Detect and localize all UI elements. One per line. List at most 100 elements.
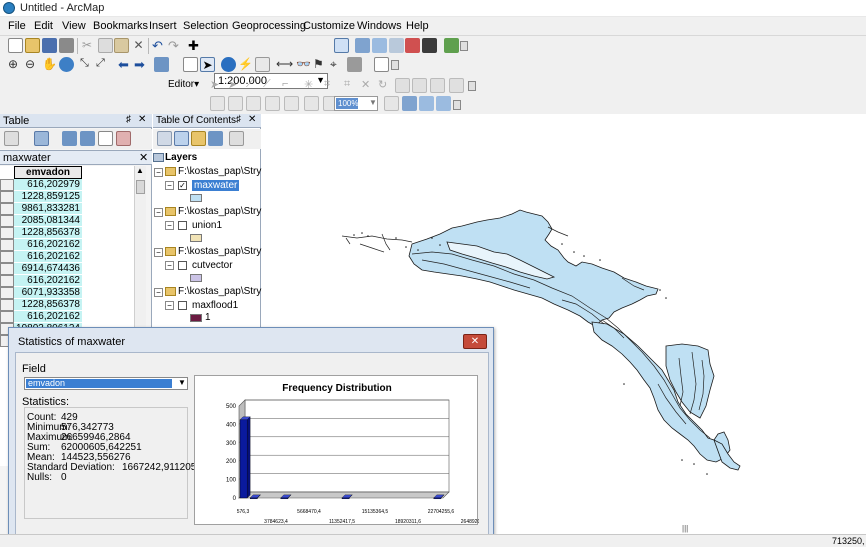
row-selector[interactable] — [0, 179, 14, 191]
table-options-icon[interactable] — [4, 131, 19, 146]
chevron-down-icon[interactable]: ▼ — [178, 378, 186, 387]
toolbar-grip[interactable] — [460, 41, 468, 51]
layer-symbol-swatch[interactable] — [190, 274, 202, 282]
create-features-icon[interactable] — [430, 78, 445, 93]
editor-options-icon[interactable] — [449, 78, 464, 93]
layout-zoom-out-icon[interactable] — [228, 96, 243, 111]
collapse-toggle-icon[interactable]: − — [154, 288, 163, 297]
toc-group-path[interactable]: F:\kostas_pap\Strym — [178, 166, 270, 177]
back-arrow-icon[interactable]: ⬅ — [118, 57, 133, 72]
hyperlink-icon[interactable]: ⚡ — [238, 57, 253, 72]
time-slider-icon[interactable] — [347, 57, 362, 72]
toc-layer-name[interactable]: union1 — [192, 220, 222, 231]
toc-root-layers[interactable]: Layers — [165, 152, 197, 163]
open-folder-icon[interactable] — [25, 38, 40, 53]
table-of-contents-icon[interactable] — [355, 38, 370, 53]
layout-zoom-combobox[interactable]: 100% ▼ — [334, 96, 378, 111]
pin-icon[interactable]: ♯ — [236, 114, 241, 125]
toolbar-grip[interactable] — [391, 60, 399, 70]
collapse-toggle-icon[interactable]: − — [165, 301, 174, 310]
cut-icon[interactable]: ✂ — [82, 38, 97, 53]
row-selector[interactable] — [0, 191, 14, 203]
table-cell[interactable]: 616,202162 — [14, 311, 82, 323]
table-cell[interactable]: 6071,933358 — [14, 287, 82, 299]
row-selector[interactable] — [0, 251, 14, 263]
row-selector[interactable] — [0, 203, 14, 215]
row-selector[interactable] — [0, 263, 14, 275]
edit-vertices-icon[interactable]: ✳ — [304, 78, 319, 93]
close-button[interactable]: ✕ — [463, 334, 487, 349]
edit-tool-icon[interactable]: ➤ — [210, 78, 225, 93]
collapse-toggle-icon[interactable]: − — [165, 261, 174, 270]
list-by-visibility-icon[interactable] — [191, 131, 206, 146]
zoom-in-icon[interactable]: ⊕ — [8, 57, 23, 72]
row-selector[interactable] — [0, 275, 14, 287]
list-by-selection-icon[interactable] — [208, 131, 223, 146]
select-elements-icon[interactable]: ➤ — [200, 57, 215, 72]
table-cell[interactable]: 2085,081344 — [14, 215, 82, 227]
menu-file[interactable]: File — [8, 20, 26, 32]
table-layer-tab[interactable]: maxwater ✕ — [0, 150, 152, 165]
fixed-zoom-in-layout-icon[interactable] — [304, 96, 319, 111]
toolbar-grip[interactable] — [468, 81, 476, 91]
identify-icon[interactable] — [221, 57, 236, 72]
clear-selection-table-icon[interactable] — [98, 131, 113, 146]
row-selector[interactable] — [0, 287, 14, 299]
toc-group-path[interactable]: F:\kostas_pap\Strym — [178, 246, 270, 257]
map-scrollbar-grip[interactable]: ||| — [682, 524, 688, 533]
cut-polygons-icon[interactable]: ⌗ — [344, 78, 359, 93]
save-icon[interactable] — [42, 38, 57, 53]
table-cell[interactable]: 616,202162 — [14, 239, 82, 251]
print-icon[interactable] — [59, 38, 74, 53]
table-scroll-thumb[interactable] — [136, 180, 145, 194]
collapse-toggle-icon[interactable]: − — [154, 168, 163, 177]
edit-annotation-icon[interactable]: ➤ — [228, 78, 243, 93]
table-cell[interactable]: 1228,856378 — [14, 227, 82, 239]
layout-zoom-in-icon[interactable] — [210, 96, 225, 111]
layer-visibility-checkbox[interactable]: ✓ — [178, 181, 187, 190]
toggle-draft-mode-icon[interactable] — [384, 96, 399, 111]
table-cell[interactable]: 616,202162 — [14, 251, 82, 263]
layer-visibility-checkbox[interactable] — [178, 221, 187, 230]
model-builder-icon[interactable] — [444, 38, 459, 53]
toc-layer-name[interactable]: cutvector — [192, 260, 233, 271]
close-icon[interactable]: ✕ — [138, 114, 146, 125]
row-selector[interactable] — [0, 239, 14, 251]
html-popup-icon[interactable] — [255, 57, 270, 72]
close-icon[interactable]: ✕ — [139, 151, 148, 164]
collapse-toggle-icon[interactable]: − — [154, 208, 163, 217]
layout-pan-icon[interactable] — [246, 96, 261, 111]
chevron-down-icon[interactable]: ▼ — [369, 98, 377, 107]
menu-bookmarks[interactable]: Bookmarks — [93, 20, 148, 32]
change-layout-icon[interactable] — [419, 96, 434, 111]
table-cell[interactable]: 616,202162 — [14, 275, 82, 287]
delete-icon[interactable]: ✕ — [131, 38, 146, 53]
reshape-icon[interactable]: ⌗ — [324, 78, 339, 93]
sketch-properties-icon[interactable] — [412, 78, 427, 93]
collapse-toggle-icon[interactable]: − — [154, 248, 163, 257]
menu-insert[interactable]: Insert — [149, 20, 177, 32]
toc-layer-name[interactable]: maxflood1 — [192, 300, 238, 311]
pan-icon[interactable]: ✋ — [42, 57, 57, 72]
layer-visibility-checkbox[interactable] — [178, 301, 187, 310]
new-document-icon[interactable] — [8, 38, 23, 53]
table-cell[interactable]: 1228,859125 — [14, 191, 82, 203]
collapse-toggle-icon[interactable]: − — [165, 181, 174, 190]
menu-geoprocessing[interactable]: Geoprocessing — [232, 20, 306, 32]
measure-icon[interactable]: ⟷ — [276, 57, 293, 72]
select-by-attributes-icon[interactable] — [62, 131, 77, 146]
go-to-xy-icon[interactable]: ⌖ — [330, 57, 345, 72]
row-selector[interactable] — [0, 215, 14, 227]
forward-arrow-icon[interactable]: ➡ — [134, 57, 149, 72]
undo-icon[interactable]: ↶ — [152, 38, 167, 53]
close-icon[interactable]: ✕ — [248, 114, 256, 125]
row-selector[interactable] — [0, 299, 14, 311]
find-binoculars-icon[interactable]: 👓 — [296, 57, 311, 72]
row-selector[interactable] — [0, 311, 14, 323]
related-tables-icon[interactable] — [34, 131, 49, 146]
list-by-source-icon[interactable] — [174, 131, 189, 146]
table-cell[interactable]: 1228,856378 — [14, 299, 82, 311]
clear-selection-icon[interactable] — [183, 57, 198, 72]
add-data-icon[interactable]: ✚ — [188, 38, 203, 53]
menu-help[interactable]: Help — [406, 20, 429, 32]
